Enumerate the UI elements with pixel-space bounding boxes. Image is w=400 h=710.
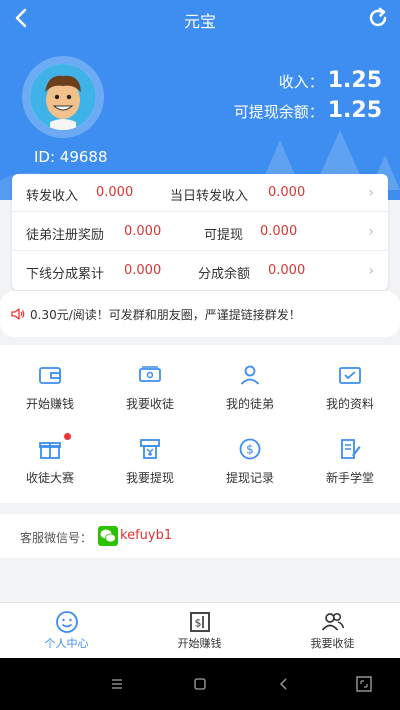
menu-item-contest[interactable]: 收徒大赛 bbox=[0, 425, 100, 495]
service-wechat-id[interactable]: kefuyb1 bbox=[120, 528, 172, 543]
system-nav-bar bbox=[0, 658, 400, 710]
stat-label: 下线分成累计 bbox=[26, 267, 105, 282]
chevron-right-icon: › bbox=[368, 185, 374, 201]
page-title: 元宝 bbox=[183, 12, 216, 31]
menu-item-my-apprentices[interactable]: 我的徒弟 bbox=[200, 351, 300, 421]
stat-label: 徒弟注册奖励 bbox=[26, 228, 105, 243]
smiley-icon bbox=[56, 611, 78, 633]
stats-row-3[interactable]: 下线分成累计 0.000 分成余额 0.000 › bbox=[12, 252, 388, 290]
menu-label: 新手学堂 bbox=[325, 471, 374, 485]
income-row: 收入： 1.25 bbox=[279, 68, 382, 93]
menu-label: 我的徒弟 bbox=[225, 397, 274, 411]
notice-bar: 0.30元/阅读！可发群和朋友圈，严谨提链接群发！ bbox=[0, 291, 400, 337]
income-value: 1.25 bbox=[327, 68, 382, 93]
stat-value: 0.000 bbox=[260, 224, 298, 239]
back-nav-icon[interactable] bbox=[272, 672, 296, 696]
menu-item-beginner-school[interactable]: 新手学堂 bbox=[300, 425, 400, 495]
stat-label: 转发收入 bbox=[26, 189, 79, 204]
menu-label: 我的资料 bbox=[325, 397, 374, 411]
document-edit-icon bbox=[341, 439, 361, 459]
notice-text: 0.30元/阅读！可发群和朋友圈，严谨提链接群发！ bbox=[30, 308, 301, 322]
menu-grid: 开始赚钱 我要收徒 我的徒弟 我的资料 收徒大赛 我要提现 $ 提现记录 新手学… bbox=[0, 345, 400, 503]
chevron-right-icon: › bbox=[368, 263, 374, 279]
avatar-image bbox=[30, 64, 96, 130]
stats-card: 转发收入 0.000 当日转发收入 0.000 › 徒弟注册奖励 0.000 可… bbox=[12, 174, 388, 290]
chevron-right-icon: › bbox=[368, 224, 374, 240]
tab-label: 我要收徒 bbox=[310, 637, 355, 650]
menu-label: 提现记录 bbox=[225, 471, 274, 485]
tab-label: 个人中心 bbox=[44, 637, 89, 650]
menu-item-recruit[interactable]: 我要收徒 bbox=[100, 351, 200, 421]
tab-start-earning[interactable]: $ 开始赚钱 bbox=[133, 603, 266, 659]
menu-item-withdraw[interactable]: 我要提现 bbox=[100, 425, 200, 495]
notification-dot bbox=[64, 433, 71, 440]
svg-text:$: $ bbox=[195, 617, 202, 630]
tab-recruit[interactable]: 我要收徒 bbox=[266, 603, 399, 659]
stat-label: 当日转发收入 bbox=[170, 189, 249, 204]
stat-value: 0.000 bbox=[124, 224, 162, 239]
cartoon-face-icon bbox=[30, 64, 96, 130]
speaker-icon bbox=[11, 308, 25, 320]
tab-personal-center[interactable]: 个人中心 bbox=[0, 603, 133, 659]
header-banner: 元宝 ID: 49688 收入： 1.25 可提现余额： 1.25 bbox=[0, 0, 400, 200]
menu-item-start-earning[interactable]: 开始赚钱 bbox=[0, 351, 100, 421]
id-card-icon bbox=[339, 367, 361, 384]
user-id: ID: 49688 bbox=[34, 148, 108, 166]
balance-row: 可提现余额： 1.25 bbox=[234, 98, 382, 123]
menu-label: 我要提现 bbox=[125, 471, 174, 485]
top-bar: 元宝 bbox=[0, 0, 400, 38]
refresh-icon[interactable] bbox=[366, 6, 390, 30]
balance-value: 1.25 bbox=[327, 98, 382, 123]
svg-text:$: $ bbox=[246, 443, 254, 457]
people-icon bbox=[321, 612, 345, 631]
menu-label: 收徒大赛 bbox=[25, 471, 74, 485]
tab-label: 开始赚钱 bbox=[177, 637, 222, 650]
income-label: 收入： bbox=[278, 73, 324, 91]
stats-row-2[interactable]: 徒弟注册奖励 0.000 可提现 0.000 › bbox=[12, 213, 388, 251]
menu-item-withdraw-history[interactable]: $ 提现记录 bbox=[200, 425, 300, 495]
stat-value: 0.000 bbox=[124, 263, 162, 278]
money-icon bbox=[139, 366, 161, 382]
wechat-icon bbox=[98, 526, 118, 546]
person-icon bbox=[240, 365, 260, 385]
menu-label: 我要收徒 bbox=[125, 397, 174, 411]
menu-item-my-profile[interactable]: 我的资料 bbox=[300, 351, 400, 421]
stat-label: 分成余额 bbox=[198, 267, 251, 282]
stat-value: 0.000 bbox=[268, 185, 306, 200]
service-label: 客服微信号： bbox=[20, 531, 93, 545]
dollar-coin-icon: $ bbox=[239, 438, 261, 460]
menu-icon[interactable] bbox=[105, 672, 129, 696]
stat-label: 可提现 bbox=[204, 228, 244, 243]
dollar-doc-icon: $ bbox=[190, 612, 210, 632]
avatar[interactable] bbox=[22, 56, 104, 138]
stat-value: 0.000 bbox=[268, 263, 306, 278]
balance-label: 可提现余额： bbox=[233, 103, 324, 121]
atm-icon bbox=[140, 439, 160, 459]
stats-row-1[interactable]: 转发收入 0.000 当日转发收入 0.000 › bbox=[12, 174, 388, 212]
menu-label: 开始赚钱 bbox=[25, 397, 74, 411]
home-icon[interactable] bbox=[188, 672, 212, 696]
gift-icon bbox=[39, 442, 61, 459]
wallet-icon bbox=[39, 367, 61, 384]
stat-value: 0.000 bbox=[96, 185, 134, 200]
screenshot-icon[interactable] bbox=[352, 672, 376, 696]
bottom-tab-bar: 个人中心 $ 开始赚钱 我要收徒 bbox=[0, 602, 400, 658]
customer-service-row: 客服微信号： kefuyb1 bbox=[0, 514, 400, 558]
